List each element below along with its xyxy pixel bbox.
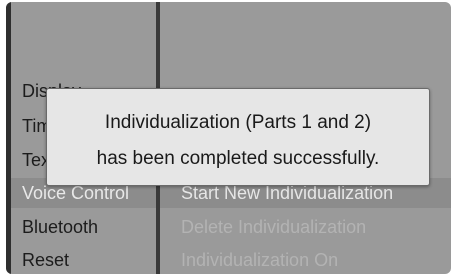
dialog-message-line-2: has been completed successfully.: [96, 148, 380, 169]
menu-item-reset[interactable]: Reset: [22, 249, 69, 271]
submenu-delete-individualization: Delete Individualization: [181, 217, 367, 237]
dialog-message-line-1: Individualization (Parts 1 and 2): [104, 112, 372, 133]
submenu-individualization-on: Individualization On: [181, 250, 339, 270]
completion-dialog[interactable]: Individualization (Parts 1 and 2) has be…: [46, 88, 430, 186]
screen-edge-strip: [6, 2, 11, 274]
menu-item-bluetooth[interactable]: Bluetooth: [22, 216, 98, 238]
settings-screen: Display Time Text Voice Control Bluetoot…: [6, 2, 451, 274]
